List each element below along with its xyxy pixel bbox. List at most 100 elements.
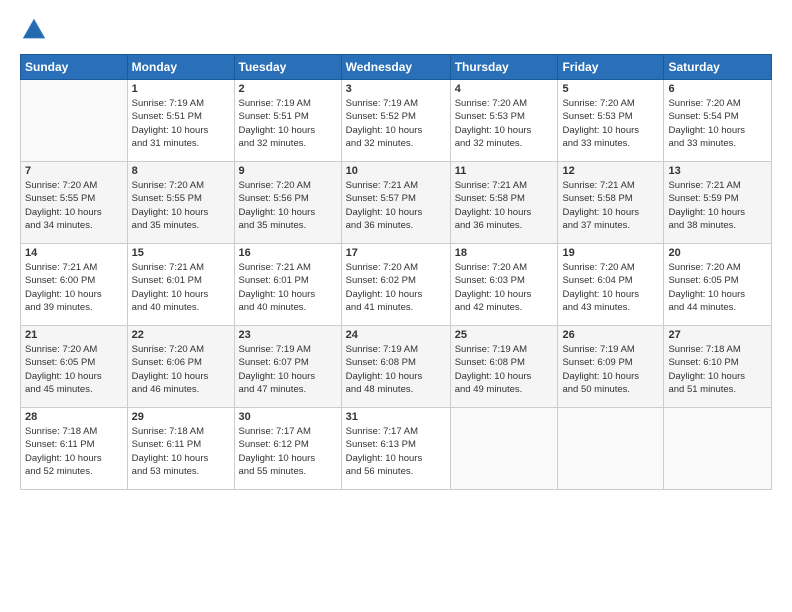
day-number: 6 [668, 83, 767, 95]
header-cell-monday: Monday [127, 55, 234, 80]
day-cell: 15Sunrise: 7:21 AM Sunset: 6:01 PM Dayli… [127, 244, 234, 326]
day-info: Sunrise: 7:17 AM Sunset: 6:12 PM Dayligh… [239, 425, 337, 478]
day-cell: 27 Sunrise: 7:18 AM Sunset: 6:10 PM Dayli… [664, 326, 772, 408]
day-info: Sunrise: 7:21 AM Sunset: 6:01 PM Dayligh… [239, 261, 337, 314]
day-number: 7 [25, 165, 123, 177]
day-cell: 5 Sunrise: 7:20 AM Sunset: 5:53 PM Daylig… [558, 80, 664, 162]
day-info: Sunrise: 7:20 AM Sunset: 5:56 PM Dayligh… [239, 179, 337, 232]
calendar-page: SundayMondayTuesdayWednesdayThursdayFrid… [0, 0, 792, 612]
week-row-4: 28 Sunrise: 7:18 AM Sunset: 6:11 PM Dayli… [21, 408, 772, 490]
day-number: 14 [25, 247, 123, 259]
day-cell: 31 Sunrise: 7:17 AM Sunset: 6:13 PM Dayli… [341, 408, 450, 490]
day-cell: 22 Sunrise: 7:20 AM Sunset: 6:06 PM Dayli… [127, 326, 234, 408]
day-info: Sunrise: 7:21 AM Sunset: 5:59 PM Dayligh… [668, 179, 767, 232]
day-info: Sunrise: 7:21 AM Sunset: 6:00 PM Dayligh… [25, 261, 123, 314]
day-info: Sunrise: 7:20 AM Sunset: 5:55 PM Dayligh… [25, 179, 123, 232]
day-number: 8 [132, 165, 230, 177]
day-number: 16 [239, 247, 337, 259]
day-number: 22 [132, 329, 230, 341]
day-number: 28 [25, 411, 123, 423]
day-info: Sunrise: 7:19 AM Sunset: 6:09 PM Dayligh… [562, 343, 659, 396]
day-info: Sunrise: 7:18 AM Sunset: 6:11 PM Dayligh… [25, 425, 123, 478]
week-row-3: 21 Sunrise: 7:20 AM Sunset: 6:05 PM Dayli… [21, 326, 772, 408]
day-number: 18 [455, 247, 554, 259]
day-cell: 29 Sunrise: 7:18 AM Sunset: 6:11 PM Dayli… [127, 408, 234, 490]
day-cell: 3Sunrise: 7:19 AM Sunset: 5:52 PM Daylig… [341, 80, 450, 162]
day-cell: 12Sunrise: 7:21 AM Sunset: 5:58 PM Dayli… [558, 162, 664, 244]
day-cell: 14 Sunrise: 7:21 AM Sunset: 6:00 PM Dayli… [21, 244, 128, 326]
day-number: 30 [239, 411, 337, 423]
day-cell: 30 Sunrise: 7:17 AM Sunset: 6:12 PM Dayli… [234, 408, 341, 490]
logo [20, 16, 52, 44]
day-cell [21, 80, 128, 162]
day-info: Sunrise: 7:20 AM Sunset: 6:03 PM Dayligh… [455, 261, 554, 314]
day-number: 11 [455, 165, 554, 177]
day-info: Sunrise: 7:20 AM Sunset: 6:05 PM Dayligh… [25, 343, 123, 396]
day-number: 20 [668, 247, 767, 259]
day-cell: 9Sunrise: 7:20 AM Sunset: 5:56 PM Daylig… [234, 162, 341, 244]
header-cell-sunday: Sunday [21, 55, 128, 80]
day-info: Sunrise: 7:20 AM Sunset: 5:53 PM Dayligh… [455, 97, 554, 150]
day-number: 26 [562, 329, 659, 341]
day-number: 13 [668, 165, 767, 177]
day-number: 29 [132, 411, 230, 423]
day-cell: 26 Sunrise: 7:19 AM Sunset: 6:09 PM Dayli… [558, 326, 664, 408]
day-cell: 25Sunrise: 7:19 AM Sunset: 6:08 PM Dayli… [450, 326, 558, 408]
day-number: 1 [132, 83, 230, 95]
day-cell: 4 Sunrise: 7:20 AM Sunset: 5:53 PM Daylig… [450, 80, 558, 162]
day-number: 21 [25, 329, 123, 341]
day-info: Sunrise: 7:18 AM Sunset: 6:11 PM Dayligh… [132, 425, 230, 478]
day-number: 25 [455, 329, 554, 341]
day-number: 10 [346, 165, 446, 177]
day-cell: 1 Sunrise: 7:19 AM Sunset: 5:51 PM Daylig… [127, 80, 234, 162]
week-row-1: 7 Sunrise: 7:20 AM Sunset: 5:55 PM Daylig… [21, 162, 772, 244]
day-info: Sunrise: 7:19 AM Sunset: 6:08 PM Dayligh… [346, 343, 446, 396]
week-row-0: 1 Sunrise: 7:19 AM Sunset: 5:51 PM Daylig… [21, 80, 772, 162]
day-cell [558, 408, 664, 490]
header-row: SundayMondayTuesdayWednesdayThursdayFrid… [21, 55, 772, 80]
day-info: Sunrise: 7:20 AM Sunset: 5:54 PM Dayligh… [668, 97, 767, 150]
week-row-2: 14 Sunrise: 7:21 AM Sunset: 6:00 PM Dayli… [21, 244, 772, 326]
day-info: Sunrise: 7:17 AM Sunset: 6:13 PM Dayligh… [346, 425, 446, 478]
day-cell: 7 Sunrise: 7:20 AM Sunset: 5:55 PM Daylig… [21, 162, 128, 244]
header [20, 16, 772, 44]
header-cell-friday: Friday [558, 55, 664, 80]
day-info: Sunrise: 7:20 AM Sunset: 6:02 PM Dayligh… [346, 261, 446, 314]
day-cell: 21 Sunrise: 7:20 AM Sunset: 6:05 PM Dayli… [21, 326, 128, 408]
day-number: 17 [346, 247, 446, 259]
day-info: Sunrise: 7:18 AM Sunset: 6:10 PM Dayligh… [668, 343, 767, 396]
day-number: 5 [562, 83, 659, 95]
day-cell: 16 Sunrise: 7:21 AM Sunset: 6:01 PM Dayli… [234, 244, 341, 326]
day-info: Sunrise: 7:20 AM Sunset: 6:04 PM Dayligh… [562, 261, 659, 314]
header-cell-wednesday: Wednesday [341, 55, 450, 80]
day-number: 12 [562, 165, 659, 177]
day-cell: 23Sunrise: 7:19 AM Sunset: 6:07 PM Dayli… [234, 326, 341, 408]
day-number: 24 [346, 329, 446, 341]
logo-icon [20, 16, 48, 44]
day-number: 27 [668, 329, 767, 341]
day-number: 19 [562, 247, 659, 259]
day-number: 4 [455, 83, 554, 95]
day-cell: 13 Sunrise: 7:21 AM Sunset: 5:59 PM Dayli… [664, 162, 772, 244]
day-info: Sunrise: 7:20 AM Sunset: 5:55 PM Dayligh… [132, 179, 230, 232]
day-cell: 10 Sunrise: 7:21 AM Sunset: 5:57 PM Dayli… [341, 162, 450, 244]
header-cell-thursday: Thursday [450, 55, 558, 80]
day-number: 31 [346, 411, 446, 423]
day-info: Sunrise: 7:19 AM Sunset: 5:51 PM Dayligh… [132, 97, 230, 150]
day-cell: 8 Sunrise: 7:20 AM Sunset: 5:55 PM Daylig… [127, 162, 234, 244]
day-cell: 24 Sunrise: 7:19 AM Sunset: 6:08 PM Dayli… [341, 326, 450, 408]
day-info: Sunrise: 7:21 AM Sunset: 5:57 PM Dayligh… [346, 179, 446, 232]
day-number: 3 [346, 83, 446, 95]
day-info: Sunrise: 7:19 AM Sunset: 6:07 PM Dayligh… [239, 343, 337, 396]
day-info: Sunrise: 7:21 AM Sunset: 6:01 PM Dayligh… [132, 261, 230, 314]
day-cell: 18 Sunrise: 7:20 AM Sunset: 6:03 PM Dayli… [450, 244, 558, 326]
day-cell: 17 Sunrise: 7:20 AM Sunset: 6:02 PM Dayli… [341, 244, 450, 326]
day-cell: 28 Sunrise: 7:18 AM Sunset: 6:11 PM Dayli… [21, 408, 128, 490]
day-cell: 6 Sunrise: 7:20 AM Sunset: 5:54 PM Daylig… [664, 80, 772, 162]
day-cell [664, 408, 772, 490]
day-info: Sunrise: 7:20 AM Sunset: 5:53 PM Dayligh… [562, 97, 659, 150]
day-cell [450, 408, 558, 490]
day-info: Sunrise: 7:20 AM Sunset: 6:06 PM Dayligh… [132, 343, 230, 396]
day-cell: 2Sunrise: 7:19 AM Sunset: 5:51 PM Daylig… [234, 80, 341, 162]
calendar-table: SundayMondayTuesdayWednesdayThursdayFrid… [20, 54, 772, 490]
